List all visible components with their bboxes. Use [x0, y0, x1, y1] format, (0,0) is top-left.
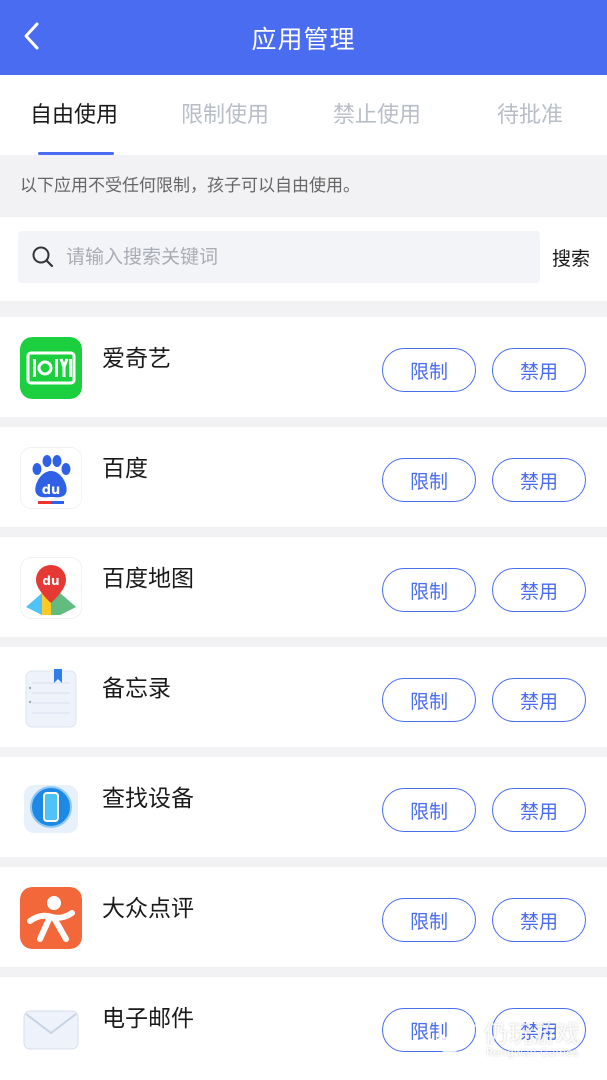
tab-banned[interactable]: 禁止使用 [333, 97, 421, 129]
iqiyi-icon [20, 337, 82, 399]
search-input[interactable] [64, 245, 508, 269]
app-row-baidu: du 百度 限制 禁用 [0, 427, 607, 527]
search-field[interactable] [18, 231, 540, 283]
search-icon [32, 246, 54, 268]
email-icon [20, 997, 82, 1059]
app-name: 大众点评 [102, 896, 194, 922]
app-name: 百度 [102, 456, 148, 482]
tab-limited-use[interactable]: 限制使用 [181, 97, 269, 129]
limit-button[interactable]: 限制 [382, 348, 476, 392]
app-header: 应用管理 [0, 0, 607, 75]
app-name: 查找设备 [102, 786, 194, 812]
limit-button[interactable]: 限制 [382, 1008, 476, 1052]
ban-button[interactable]: 禁用 [492, 788, 586, 832]
app-name: 备忘录 [102, 676, 171, 702]
back-button[interactable] [14, 18, 50, 54]
limit-button[interactable]: 限制 [382, 788, 476, 832]
dianping-icon [20, 887, 82, 949]
limit-button[interactable]: 限制 [382, 678, 476, 722]
chevron-left-icon [24, 22, 39, 50]
limit-button[interactable]: 限制 [382, 458, 476, 502]
limit-button[interactable]: 限制 [382, 898, 476, 942]
ban-button[interactable]: 禁用 [492, 1008, 586, 1052]
limit-button[interactable]: 限制 [382, 568, 476, 612]
app-row-baidu-map: du 百度地图 限制 禁用 [0, 537, 607, 637]
tab-bar: 自由使用 限制使用 禁止使用 待批准 [0, 75, 607, 155]
search-bar: 搜索 [0, 217, 607, 301]
ban-button[interactable]: 禁用 [492, 568, 586, 612]
ban-button[interactable]: 禁用 [492, 898, 586, 942]
app-row-find-device: 查找设备 限制 禁用 [0, 757, 607, 857]
app-name: 爱奇艺 [102, 346, 171, 372]
baidu-map-icon: du [20, 557, 82, 619]
app-row-dianping: 大众点评 限制 禁用 [0, 867, 607, 967]
app-row-iqiyi: 爱奇艺 限制 禁用 [0, 317, 607, 417]
find-device-icon [20, 777, 82, 839]
notice-text: 以下应用不受任何限制，孩子可以自由使用。 [0, 155, 607, 217]
ban-button[interactable]: 禁用 [492, 678, 586, 722]
notes-icon [20, 667, 82, 729]
app-name: 电子邮件 [102, 1006, 194, 1032]
ban-button[interactable]: 禁用 [492, 348, 586, 392]
tab-free-use[interactable]: 自由使用 [30, 97, 118, 129]
tab-pending-approval[interactable]: 待批准 [497, 97, 563, 129]
svg-text:du: du [42, 483, 61, 498]
search-button[interactable]: 搜索 [552, 244, 590, 271]
app-name: 百度地图 [102, 566, 194, 592]
ban-button[interactable]: 禁用 [492, 458, 586, 502]
page-title: 应用管理 [251, 24, 356, 54]
baidu-icon: du [20, 447, 82, 509]
app-row-email: 电子邮件 限制 禁用 [0, 977, 607, 1080]
svg-text:du: du [42, 574, 59, 588]
app-row-notes: 备忘录 限制 禁用 [0, 647, 607, 747]
